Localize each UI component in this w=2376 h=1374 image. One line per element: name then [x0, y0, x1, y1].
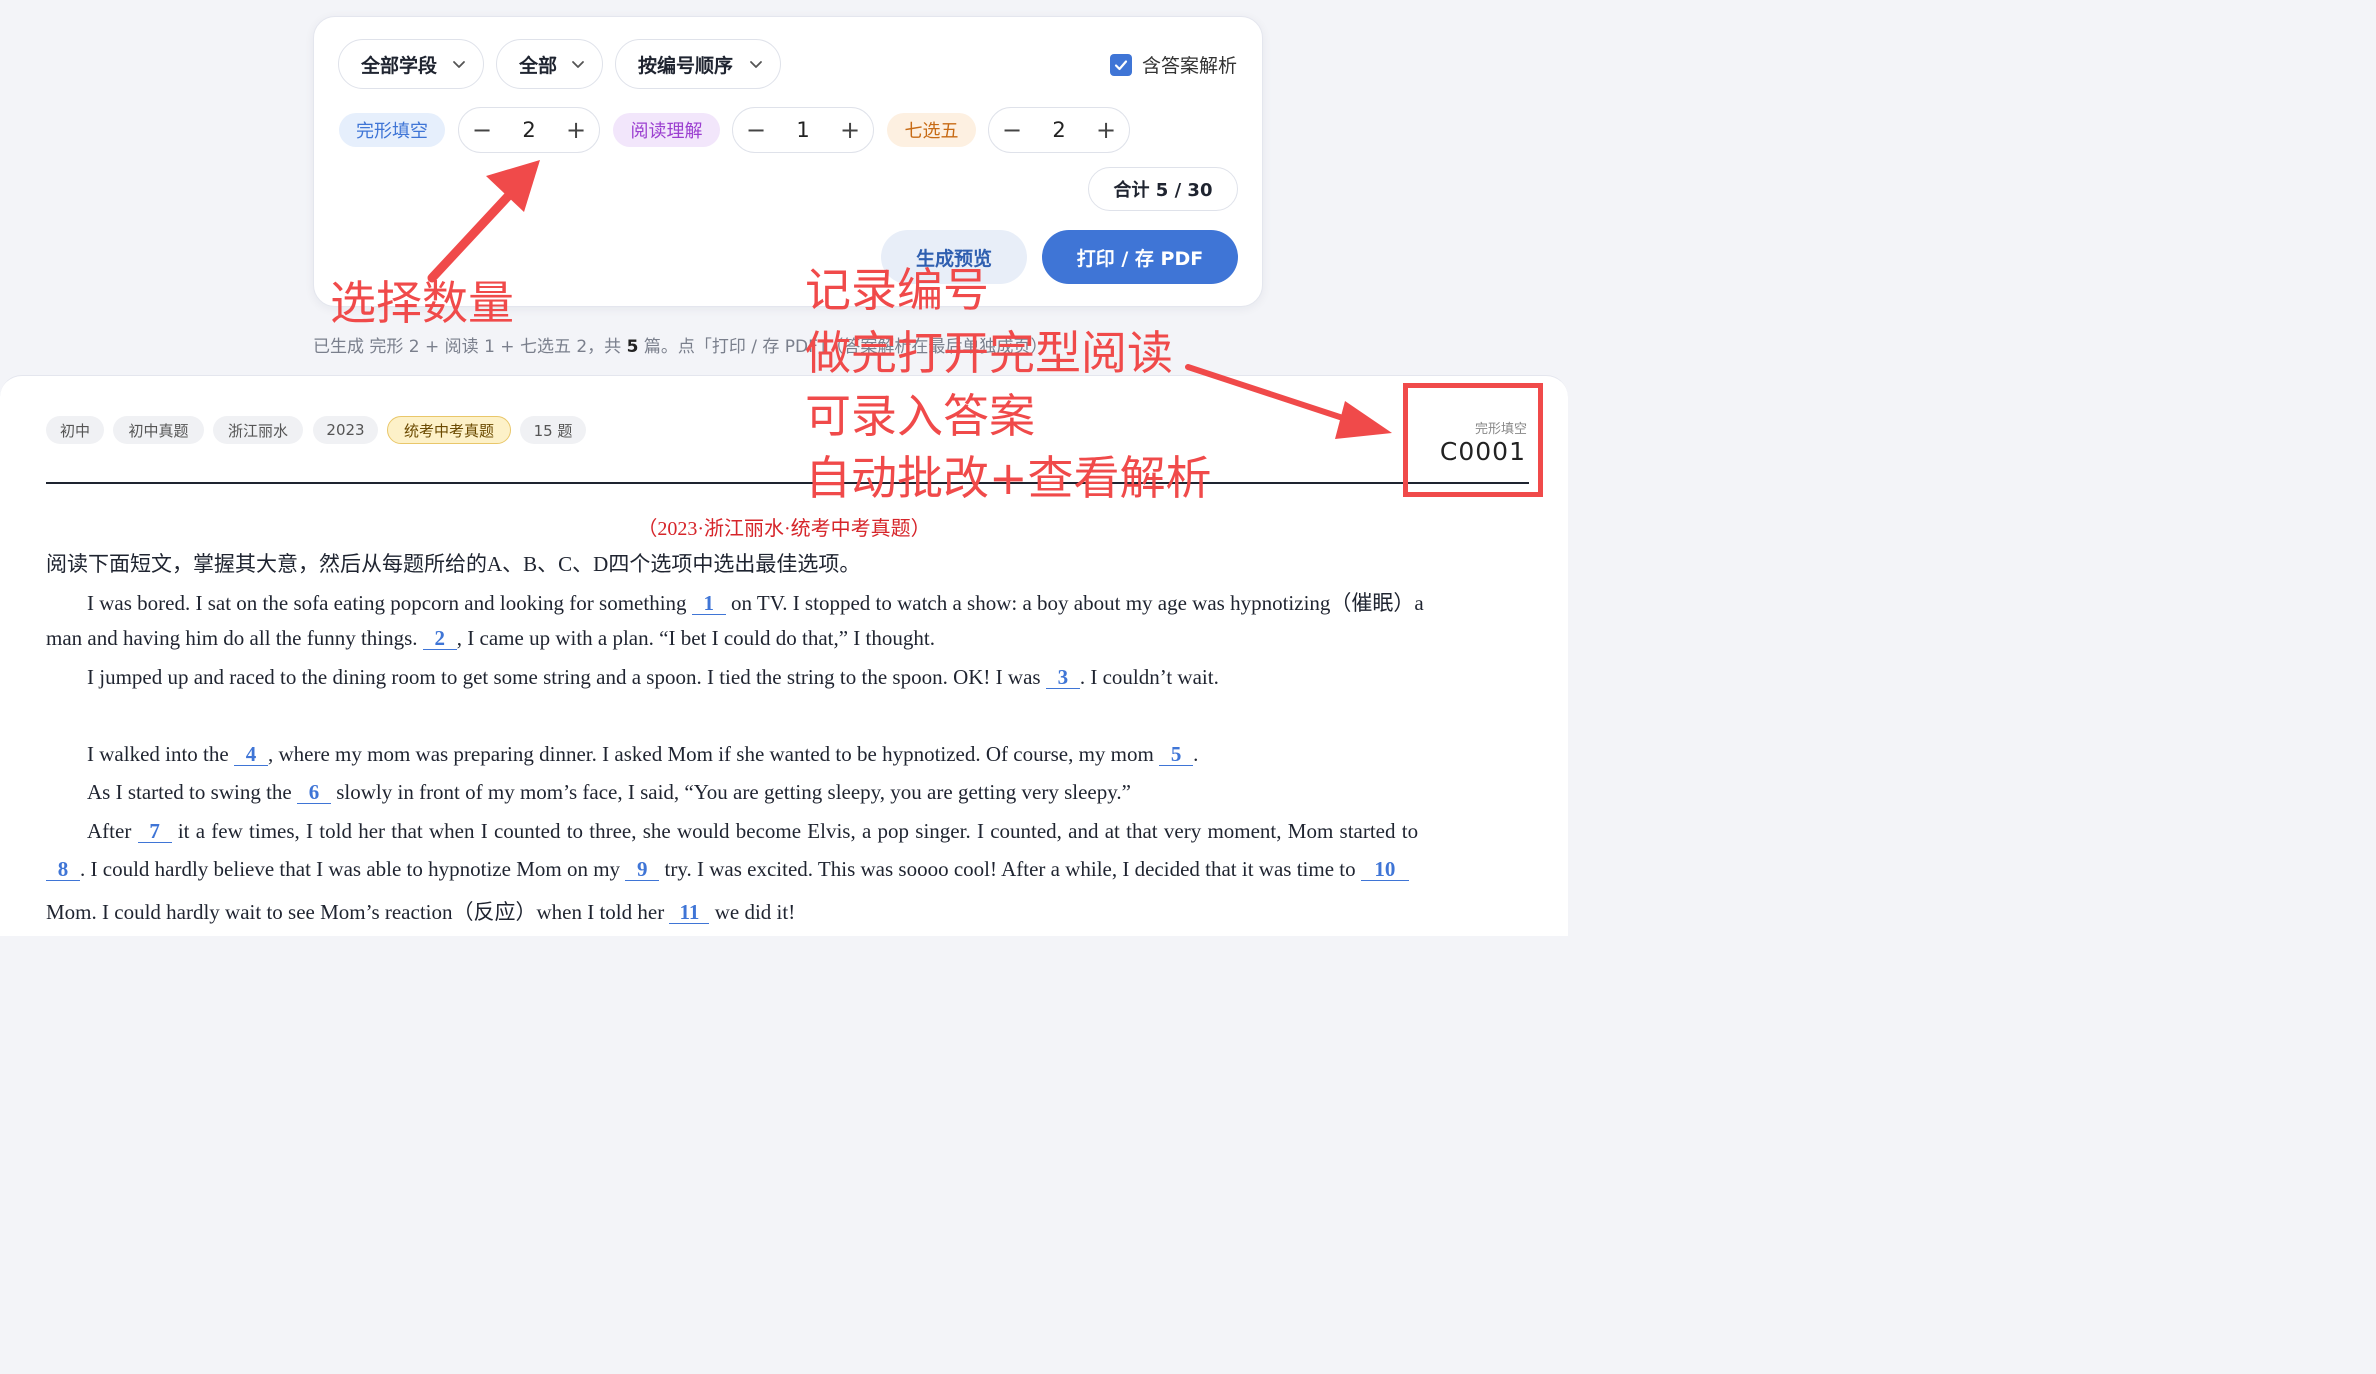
chevron-down-icon: [750, 61, 762, 68]
passage-line: I walked into the 4, where my mom was pr…: [87, 742, 1198, 767]
tag-chip-highlight: 统考中考真题: [387, 416, 511, 444]
passage-line: I was bored. I sat on the sofa eating po…: [87, 587, 1424, 617]
checkbox-checked-icon[interactable]: [1110, 53, 1132, 76]
include-answers-toggle[interactable]: 含答案解析: [1110, 51, 1237, 78]
answer-blank[interactable]: 3: [1045, 666, 1080, 689]
chevron-down-icon: [453, 61, 465, 68]
header-divider: [46, 482, 1529, 484]
answer-blank[interactable]: 11: [669, 901, 710, 924]
passage-text: on TV. I stopped to watch a show: a boy …: [731, 591, 1424, 615]
answer-blank[interactable]: 8: [46, 858, 80, 881]
passage-text: I jumped up and raced to the dining room…: [87, 665, 1041, 689]
reading-count-stepper: − 1 +: [732, 107, 874, 153]
passage-text: , I came up with a plan. “I bet I could …: [456, 626, 935, 650]
type-tag-reading: 阅读理解: [613, 113, 720, 147]
passage-line: After 7 it a few times, I told her that …: [87, 819, 1418, 844]
passage-text: As I started to swing the: [87, 780, 292, 804]
stage-select[interactable]: 全部学段: [338, 39, 484, 89]
status-count: 5: [626, 337, 639, 357]
annotation-after-done: 做完打开完型阅读: [805, 326, 1173, 380]
passage-line: 8. I could hardly believe that I was abl…: [46, 857, 1409, 882]
passage-text: . I couldn’t wait.: [1079, 665, 1219, 689]
plus-icon[interactable]: +: [1093, 117, 1119, 143]
scope-select-value: 全部: [519, 54, 558, 77]
chevron-down-icon: [572, 61, 584, 68]
passage-line: man and having him do all the funny thin…: [46, 626, 935, 651]
total-badge: 合计 5 / 30: [1088, 167, 1238, 211]
answer-blank[interactable]: 1: [691, 592, 726, 615]
annotation-record-code: 记录编号: [805, 263, 989, 317]
code-highlight-box: [1403, 383, 1543, 497]
status-text-before: 已生成 完形 2 + 阅读 1 + 七选五 2，共: [313, 337, 622, 357]
passage-text: After: [87, 819, 132, 843]
annotation-enter-answers: 可录入答案: [805, 389, 1035, 443]
passage-text: . I could hardly believe that I was able…: [80, 857, 621, 881]
passage-text: try. I was excited. This was soooo cool!…: [664, 857, 1356, 881]
answer-blank[interactable]: 4: [233, 743, 268, 766]
order-select[interactable]: 按编号顺序: [615, 39, 781, 89]
tag-chip: 初中: [46, 416, 104, 444]
passage-text: it a few times, I told her that when I c…: [177, 819, 1419, 843]
passage-text: slowly in front of my mom’s face, I said…: [336, 780, 1131, 804]
passage-text: .: [1193, 742, 1199, 766]
passage-text: , where my mom was preparing dinner. I a…: [267, 742, 1154, 766]
plus-icon[interactable]: +: [837, 117, 863, 143]
passage-text: I was bored. I sat on the sofa eating po…: [87, 591, 687, 615]
stage-select-value: 全部学段: [361, 54, 438, 77]
answer-blank[interactable]: 5: [1159, 743, 1194, 766]
order-select-value: 按编号顺序: [638, 54, 734, 77]
annotation-choose-count: 选择数量: [330, 276, 514, 330]
cloze-count-stepper: − 2 +: [458, 107, 600, 153]
tag-chip: 15 题: [520, 416, 586, 444]
passage-line: As I started to swing the 6 slowly in fr…: [87, 780, 1131, 805]
generator-panel: 全部学段 全部 按编号顺序 含答案解析 完形填空 − 2 + 阅读理解 − 1 …: [313, 16, 1263, 307]
answer-blank[interactable]: 10: [1360, 858, 1409, 881]
passage-line: Mom. I could hardly wait to see Mom’s re…: [46, 896, 795, 926]
document-card: 初中 初中真题 浙江丽水 2023 统考中考真题 15 题 完形填空 C0001…: [0, 375, 1568, 936]
answer-blank[interactable]: 7: [137, 820, 172, 843]
question-source: （2023·浙江丽水·统考中考真题）: [637, 518, 931, 540]
instruction: 阅读下面短文，掌握其大意，然后从每题所给的A、B、C、D四个选项中选出最佳选项。: [46, 552, 861, 576]
seven-choose-five-count-stepper: − 2 +: [988, 107, 1130, 153]
tag-chip: 2023: [313, 416, 378, 444]
type-tag-cloze: 完形填空: [339, 113, 445, 147]
scope-select[interactable]: 全部: [496, 39, 603, 89]
annotation-auto-grade: 自动批改+查看解析: [805, 451, 1212, 505]
include-answers-label: 含答案解析: [1142, 55, 1238, 77]
passage-line: I jumped up and raced to the dining room…: [87, 665, 1219, 690]
passage-text: Mom. I could hardly wait to see Mom’s re…: [46, 900, 665, 924]
answer-blank[interactable]: 6: [296, 781, 331, 804]
passage-text: man and having him do all the funny thin…: [46, 626, 418, 650]
passage-text: we did it!: [714, 900, 796, 924]
print-pdf-button[interactable]: 打印 / 存 PDF: [1042, 230, 1238, 284]
passage-text: I walked into the: [87, 742, 229, 766]
answer-blank[interactable]: 2: [422, 627, 457, 650]
tag-chip: 初中真题: [113, 416, 204, 444]
tag-chip: 浙江丽水: [213, 416, 303, 444]
answer-blank[interactable]: 9: [625, 858, 660, 881]
plus-icon[interactable]: +: [563, 117, 589, 143]
type-tag-seven-choose-five: 七选五: [887, 113, 976, 147]
